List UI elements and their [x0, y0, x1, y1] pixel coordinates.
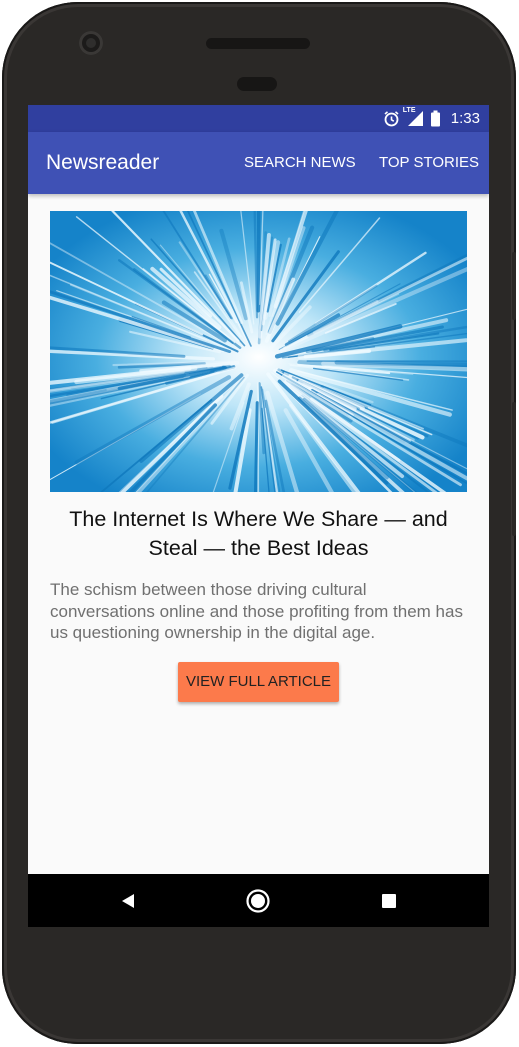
earpiece-speaker — [206, 38, 310, 49]
front-camera — [79, 31, 103, 55]
screen: LTE 1:33 Newsreader SEARCH NEWS TOP STOR… — [28, 105, 489, 927]
status-bar: LTE 1:33 — [28, 105, 489, 132]
article-image[interactable] — [50, 211, 467, 492]
search-news-button[interactable]: SEARCH NEWS — [244, 132, 356, 194]
status-icons: LTE 1:33 — [383, 105, 480, 132]
view-full-article-button[interactable]: VIEW FULL ARTICLE — [178, 662, 339, 702]
app-title: Newsreader — [46, 151, 160, 174]
recents-icon[interactable] — [364, 874, 414, 927]
battery-icon — [430, 110, 440, 127]
navigation-bar — [28, 874, 489, 927]
clock: 1:33 — [450, 110, 480, 127]
alarm-icon — [384, 111, 399, 127]
network-type-label: LTE — [402, 107, 416, 114]
home-icon[interactable] — [233, 874, 283, 927]
volume-button — [512, 252, 516, 320]
top-stories-button[interactable]: TOP STORIES — [379, 132, 479, 194]
power-button — [512, 402, 516, 536]
app-bar: Newsreader SEARCH NEWS TOP STORIES — [28, 132, 489, 194]
article-headline: The Internet Is Where We Share — and Ste… — [69, 507, 448, 560]
article-summary: The schism between those driving cultura… — [50, 580, 463, 642]
proximity-sensor — [237, 77, 277, 91]
signal-icon: LTE — [402, 107, 424, 127]
back-icon[interactable] — [103, 874, 153, 927]
